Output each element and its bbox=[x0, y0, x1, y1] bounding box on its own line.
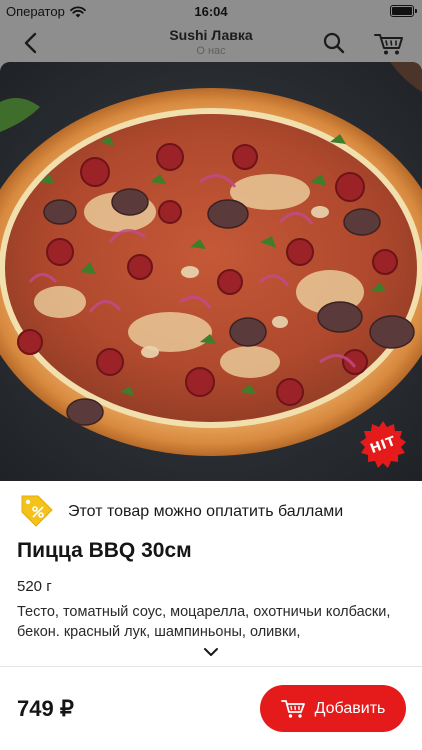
cart-icon bbox=[374, 34, 403, 55]
back-chevron-icon bbox=[24, 32, 37, 54]
navigation-bar: Sushi Лавка О нас bbox=[0, 22, 422, 62]
search-icon bbox=[323, 32, 345, 54]
nav-title: Sushi Лавка bbox=[169, 27, 253, 43]
points-note: Этот товар можно оплатить баллами bbox=[68, 503, 344, 520]
search-button[interactable] bbox=[318, 28, 350, 58]
add-to-cart-button[interactable]: Добавить bbox=[260, 685, 406, 732]
pizza-illustration bbox=[0, 62, 422, 481]
status-time: 16:04 bbox=[194, 4, 228, 19]
battery-icon bbox=[390, 5, 417, 17]
footer-divider bbox=[0, 666, 422, 667]
cart-button[interactable] bbox=[372, 28, 406, 58]
product-screen: Оператор 16:04 Sushi Лавка О нас HIT Это… bbox=[0, 0, 422, 750]
status-bar: Оператор 16:04 bbox=[0, 0, 422, 22]
product-price: 749 ₽ bbox=[17, 696, 74, 721]
hit-badge: HIT bbox=[359, 421, 407, 469]
expand-description-button[interactable] bbox=[199, 644, 223, 660]
product-title: Пицца BBQ 30см bbox=[17, 539, 192, 562]
add-button-label: Добавить bbox=[314, 699, 386, 717]
product-sheet: HIT Этот товар можно оплатить баллами Пи… bbox=[0, 62, 422, 750]
cart-icon bbox=[280, 699, 305, 718]
back-button[interactable] bbox=[14, 28, 48, 58]
nav-subtitle[interactable]: О нас bbox=[111, 45, 311, 57]
nav-title-block: Sushi Лавка О нас bbox=[111, 27, 311, 57]
product-weight: 520 г bbox=[17, 578, 52, 595]
percent-tag-icon bbox=[21, 495, 53, 527]
product-description: Тесто, томатный соус, моцарелла, охотнич… bbox=[17, 604, 391, 640]
product-image: HIT bbox=[0, 62, 422, 481]
points-payment-row: Этот товар можно оплатить баллами bbox=[0, 490, 422, 532]
chevron-down-icon bbox=[204, 648, 218, 656]
